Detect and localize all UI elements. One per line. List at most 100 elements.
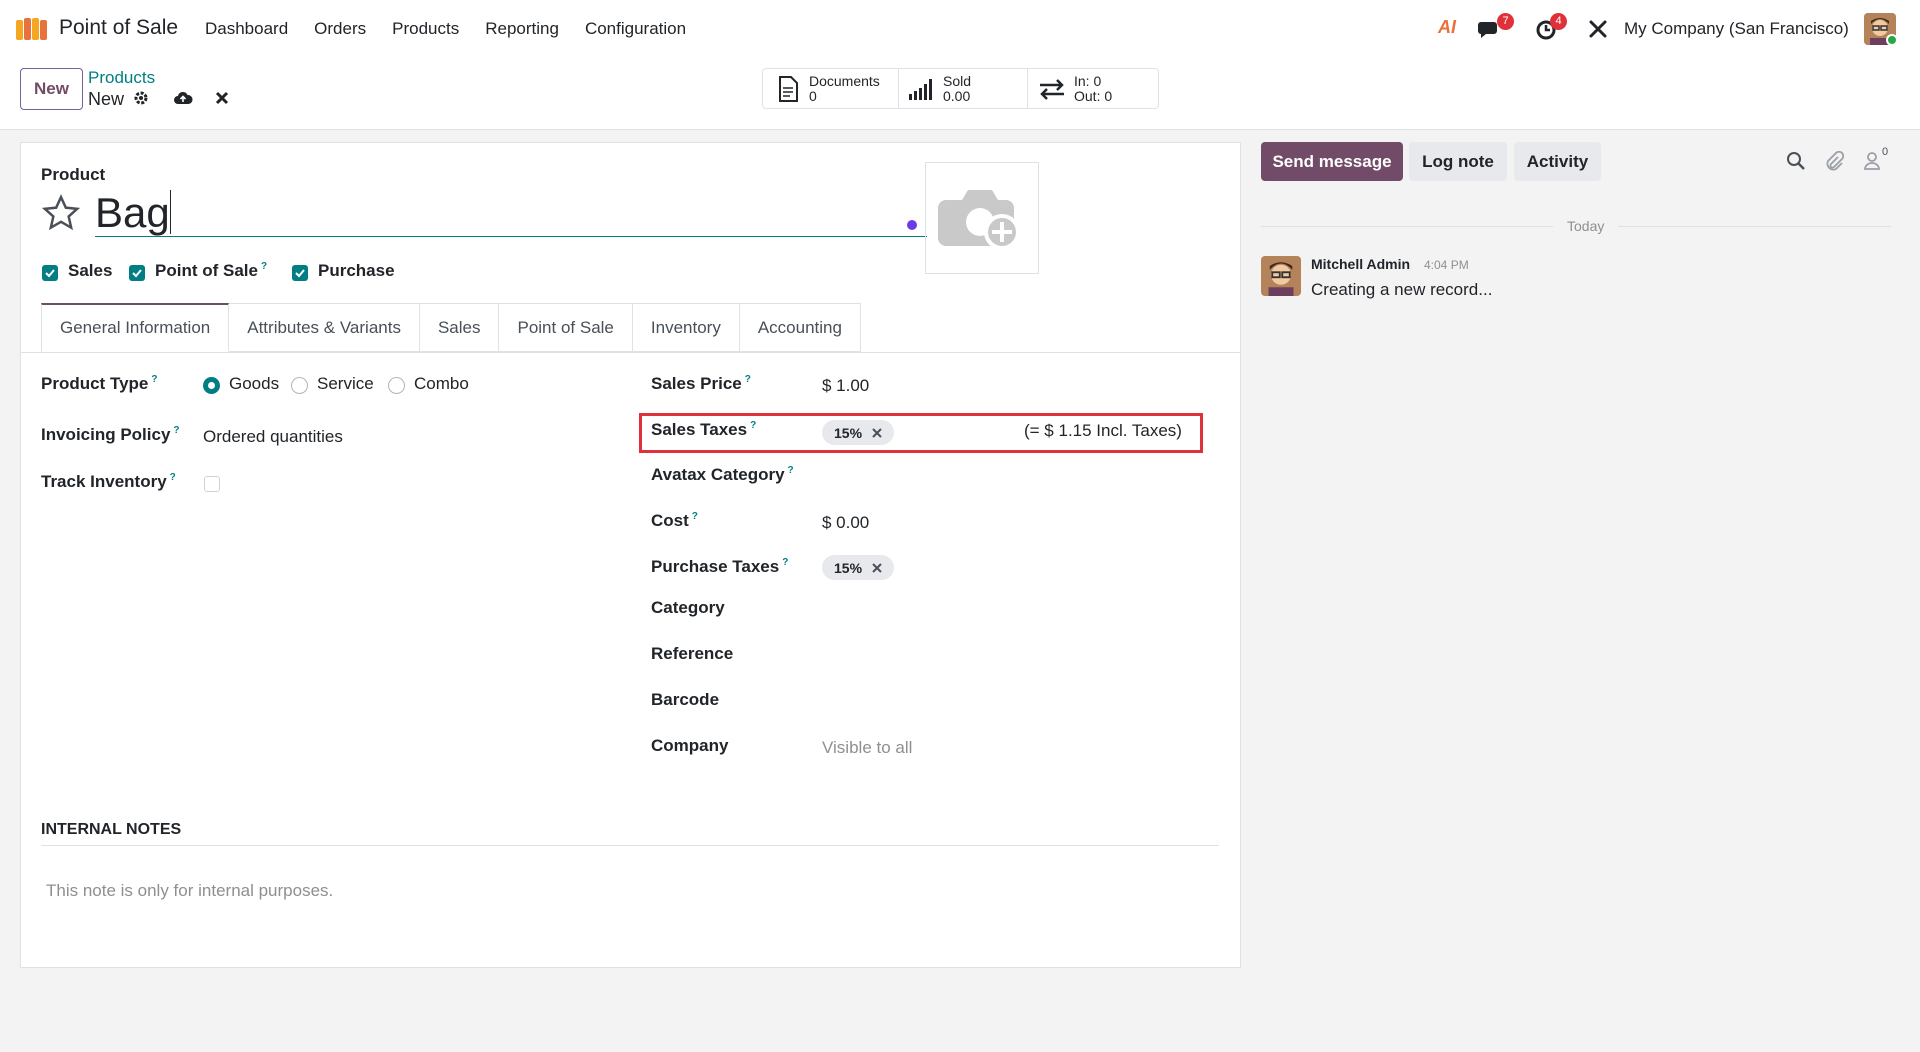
sold-value: 0.00 [943,87,971,104]
send-message-button[interactable]: Send message [1261,142,1403,181]
sales-flag-label: Sales [68,261,113,280]
breadcrumb-products[interactable]: Products [88,68,155,88]
paperclip-icon[interactable] [1824,151,1844,171]
message-body: Creating a new record... [1311,280,1493,299]
pos-app-icon[interactable] [16,16,48,42]
product-type-label: Product Type? [41,374,158,393]
sales-price-input[interactable]: $ 1.00 [822,376,869,396]
documents-smart-button[interactable]: Documents 0 [762,68,899,109]
documents-count: 0 [809,87,817,104]
internal-notes-input[interactable]: This note is only for internal purposes. [46,881,333,901]
ai-icon[interactable]: AI [1438,17,1456,38]
purchase-checkbox[interactable] [292,265,308,281]
product-type-goods-label[interactable]: Goods [229,374,279,394]
message-author[interactable]: Mitchell Admin [1311,256,1410,272]
tab-divider [21,352,1240,353]
product-label: Product [41,165,106,184]
product-type-combo-radio[interactable] [388,377,405,394]
favorite-star-icon[interactable] [40,193,82,233]
notes-divider [41,845,1219,846]
tab-general-information[interactable]: General Information [41,303,230,352]
sales-checkbox[interactable] [42,265,58,281]
gear-icon[interactable] [133,90,149,106]
invoicing-policy-select[interactable]: Ordered quantities [203,427,343,447]
product-type-service-label[interactable]: Service [317,374,374,394]
product-type-goods-radio[interactable] [203,377,220,394]
search-icon[interactable] [1786,151,1806,171]
document-icon [779,75,798,102]
product-name-input[interactable]: Bag [95,190,927,237]
menu-reporting[interactable]: Reporting [485,19,559,39]
record-actions [133,90,229,106]
menu-configuration[interactable]: Configuration [585,19,686,39]
sold-smart-button[interactable]: Sold 0.00 [898,68,1028,109]
new-button[interactable]: New [20,68,83,110]
purchase-tax-tag[interactable]: 15% [822,555,895,580]
save-cloud-icon[interactable] [173,90,193,106]
check-icon [45,269,55,278]
control-panel: New Products New Documents 0 Sold 0.00 I… [0,58,1920,130]
track-inventory-checkbox[interactable] [204,476,220,492]
product-type-combo-label[interactable]: Combo [414,374,469,394]
online-status-indicator [1886,34,1898,46]
app-name[interactable]: Point of Sale [59,16,178,40]
field-indicator-dot [907,220,917,230]
in-out-smart-button[interactable]: In: 0 Out: 0 [1027,68,1159,109]
menu-products[interactable]: Products [392,19,459,39]
remove-tag-icon[interactable] [872,562,882,573]
category-label: Category [651,598,725,617]
check-icon [295,269,305,278]
transfer-arrows-icon [1040,78,1064,100]
product-form-sheet: Product Bag Sales Point of Sale? Purchas… [20,142,1241,968]
sales-tax-tag[interactable]: 15% [822,420,895,445]
tab-attributes-variants[interactable]: Attributes & Variants [229,303,420,352]
sold-label: Sold [943,72,972,89]
message-time: 4:04 PM [1424,258,1469,272]
bar-signal-icon [909,78,932,100]
menu-dashboard[interactable]: Dashboard [205,19,288,39]
followers-icon[interactable] [1863,151,1881,171]
discard-x-icon[interactable] [215,91,229,105]
message-author-avatar[interactable] [1261,256,1301,296]
messages-badge: 7 [1497,13,1514,30]
company-label: Company [651,736,729,755]
activities-badge: 4 [1550,13,1567,30]
product-image-upload[interactable] [925,162,1039,274]
followers-count: 0 [1882,146,1889,158]
reference-label: Reference [651,644,734,663]
purchase-taxes-label: Purchase Taxes? [651,557,789,576]
cost-label: Cost? [651,511,698,530]
purchase-flag-label: Purchase [318,261,395,280]
barcode-label: Barcode [651,690,720,709]
sales-taxes-label: Sales Taxes? [651,420,757,439]
point-of-sale-checkbox[interactable] [129,265,145,281]
in-count: In: 0 [1074,72,1102,89]
camera-plus-icon [938,190,1020,250]
tab-sales[interactable]: Sales [419,303,500,352]
remove-tag-icon[interactable] [872,427,882,438]
company-switcher[interactable]: My Company (San Francisco) [1624,19,1849,39]
out-count: Out: 0 [1074,87,1113,104]
purchase-tax-tag-label: 15% [834,559,863,576]
tools-icon[interactable] [1588,19,1608,39]
invoicing-policy-label: Invoicing Policy? [41,425,180,444]
sales-taxes-included-price: (= $ 1.15 Incl. Taxes) [1024,421,1182,440]
product-name-value: Bag [95,189,170,236]
log-note-button[interactable]: Log note [1409,142,1507,181]
menu-orders[interactable]: Orders [314,19,366,39]
internal-notes-heading: INTERNAL NOTES [41,821,182,838]
sales-tax-tag-label: 15% [834,424,863,441]
date-separator: Today [1553,218,1619,234]
track-inventory-label: Track Inventory? [41,472,176,491]
tab-accounting[interactable]: Accounting [739,303,861,352]
activity-button[interactable]: Activity [1514,142,1601,181]
top-navbar: Point of Sale Dashboard Orders Products … [0,0,1920,58]
cost-input[interactable]: $ 0.00 [822,513,869,533]
company-select[interactable]: Visible to all [822,738,912,758]
tab-point-of-sale[interactable]: Point of Sale [499,303,633,352]
avatax-category-label: Avatax Category? [651,465,794,484]
product-type-service-radio[interactable] [291,377,308,394]
documents-label: Documents [809,72,880,89]
tab-inventory[interactable]: Inventory [632,303,740,352]
breadcrumb-current: New [88,89,125,109]
